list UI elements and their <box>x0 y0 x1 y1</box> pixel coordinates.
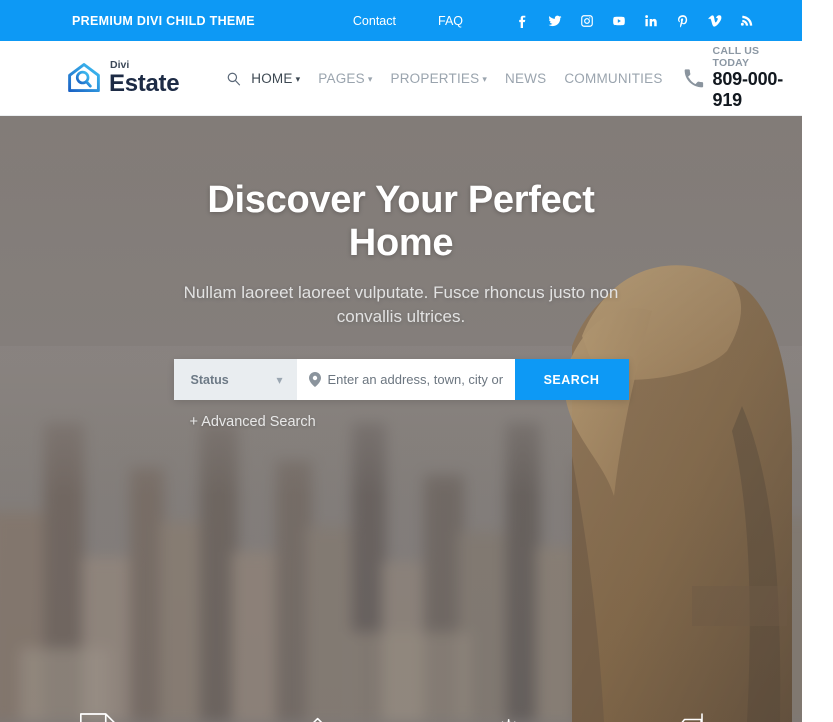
hero-section: Discover Your Perfect Home Nullam laoree… <box>0 116 802 722</box>
signpost-icon <box>602 707 803 722</box>
advanced-search-toggle[interactable]: + Advanced Search <box>174 414 629 430</box>
top-utility-bar: PREMIUM DIVI CHILD THEME Contact FAQ <box>0 0 802 41</box>
nav-item-news[interactable]: NEWS <box>505 71 546 86</box>
nav-item-communities[interactable]: COMMUNITIES <box>564 71 662 86</box>
feature-item[interactable]: Quick Access <box>201 707 402 722</box>
call-us-block[interactable]: CALL US TODAY 809-000-919 <box>683 45 788 111</box>
rss-icon[interactable] <box>739 13 755 29</box>
facebook-icon[interactable] <box>515 13 531 29</box>
feature-item[interactable]: Attractive Locations <box>602 707 803 722</box>
linkedin-icon[interactable] <box>643 13 659 29</box>
pinterest-icon[interactable] <box>675 13 691 29</box>
search-input[interactable] <box>327 372 503 388</box>
logo-wordmark: Divi Estate <box>109 60 180 97</box>
nav-item-label: PROPERTIES <box>390 70 480 86</box>
gears-icon <box>401 707 602 722</box>
map-pin-icon <box>308 372 321 388</box>
property-search-bar: Status ▾ SEARCH <box>173 359 629 401</box>
topbar-title: PREMIUM DIVI CHILD THEME <box>72 13 255 28</box>
instagram-icon[interactable] <box>579 13 595 29</box>
topbar-link-contact[interactable]: Contact <box>353 14 396 28</box>
call-text: CALL US TODAY 809-000-919 <box>713 45 788 111</box>
hero-content: Discover Your Perfect Home Nullam laoree… <box>0 116 802 430</box>
topbar-links: Contact FAQ <box>353 14 463 28</box>
phone-number[interactable]: 809-000-919 <box>713 69 788 110</box>
nav-item-label: HOME <box>251 70 293 86</box>
hero-subtitle: Nullam laoreet laoreet vulputate. Fusce … <box>183 283 619 327</box>
nav-item-label: NEWS <box>505 70 547 86</box>
search-button[interactable]: SEARCH <box>514 359 629 401</box>
nav-item-properties[interactable]: PROPERTIES ▾ <box>391 71 488 86</box>
social-links <box>515 13 755 29</box>
hero-features: Over 1000 properties Quick Access <box>0 707 802 722</box>
feature-item[interactable]: Over 1000 properties <box>0 707 201 722</box>
call-us-label: CALL US TODAY <box>712 45 760 70</box>
chevron-down-icon: ▾ <box>276 372 283 387</box>
status-select-label: Status <box>190 372 229 387</box>
hero-title: Discover Your Perfect Home <box>207 179 595 264</box>
logo-main-text: Estate <box>109 69 180 97</box>
nav-item-label: PAGES <box>318 70 365 86</box>
search-icon[interactable] <box>226 71 241 86</box>
site-header: Divi Estate HOME ▾ PAGES ▾ PROPERTIES ▾ … <box>0 41 802 116</box>
nav-item-label: COMMUNITIES <box>564 70 663 86</box>
chevron-down-icon: ▾ <box>367 73 373 84</box>
nav-item-home[interactable]: HOME ▾ <box>251 71 300 86</box>
chevron-down-icon: ▾ <box>482 73 488 84</box>
topbar-link-faq[interactable]: FAQ <box>438 14 463 28</box>
page-root: PREMIUM DIVI CHILD THEME Contact FAQ Div… <box>0 0 802 722</box>
site-logo[interactable]: Divi Estate <box>66 60 180 97</box>
vimeo-icon[interactable] <box>707 13 723 29</box>
twitter-icon[interactable] <box>547 13 563 29</box>
key-icon <box>201 707 402 722</box>
nav-item-pages[interactable]: PAGES ▾ <box>318 71 372 86</box>
feature-item[interactable]: Market Analysis <box>401 707 602 722</box>
phone-icon <box>683 68 704 89</box>
house-search-logo-icon <box>66 60 102 96</box>
chevron-down-icon: ▾ <box>295 73 301 84</box>
search-input-wrap[interactable] <box>296 359 515 401</box>
document-search-icon <box>0 707 201 722</box>
status-select[interactable]: Status ▾ <box>173 359 297 401</box>
youtube-icon[interactable] <box>611 13 627 29</box>
main-navigation: HOME ▾ PAGES ▾ PROPERTIES ▾ NEWS COMMUNI… <box>226 71 662 86</box>
